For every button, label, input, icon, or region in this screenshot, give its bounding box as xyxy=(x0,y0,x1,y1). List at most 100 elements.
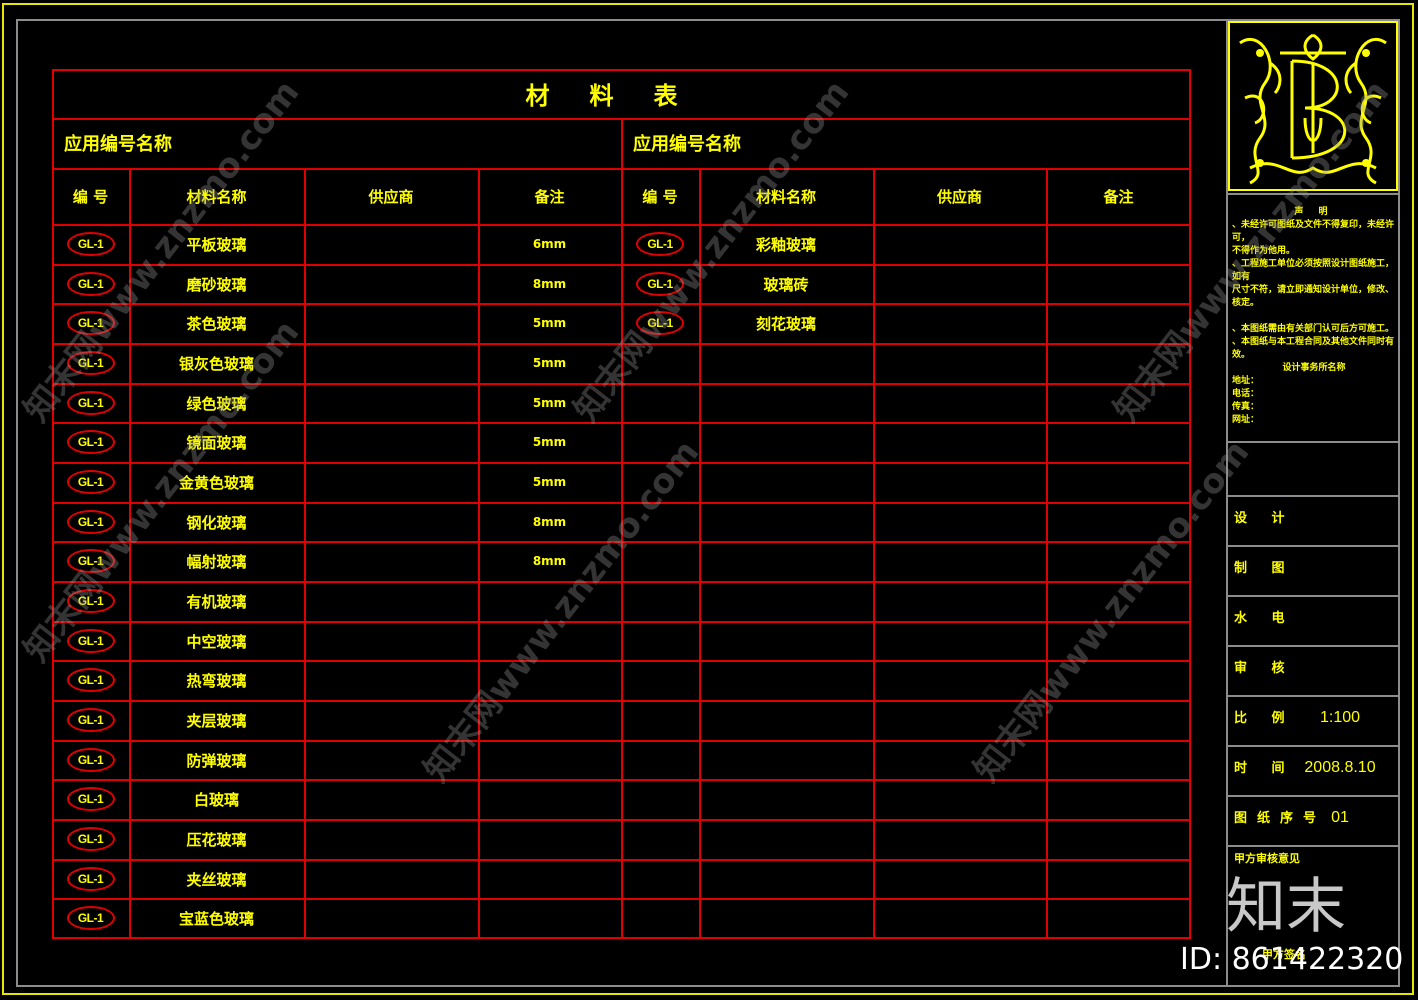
supplier-cell xyxy=(304,819,478,859)
statement-line: 地址： xyxy=(1232,376,1260,386)
title-block-divider xyxy=(1226,745,1400,747)
supplier-cell xyxy=(873,303,1046,343)
material-name: 磨砂玻璃 xyxy=(186,275,247,294)
supplier-cell xyxy=(304,343,478,383)
code-cell: GL-1 xyxy=(52,541,129,581)
code-cell: GL-1 xyxy=(52,819,129,859)
material-name: 茶色玻璃 xyxy=(186,314,247,333)
section-label-right: 应用编号名称 xyxy=(633,134,741,155)
material-name: 宝蓝色玻璃 xyxy=(178,909,254,928)
header-remark-left: 备注 xyxy=(534,187,565,206)
supplier-cell xyxy=(304,859,478,899)
remark-cell: 8mm xyxy=(532,515,567,529)
remark-cell xyxy=(478,819,621,859)
supplier-cell xyxy=(304,660,478,700)
material-name: 压花玻璃 xyxy=(186,830,247,849)
statement-title: 声 明 xyxy=(1294,207,1334,217)
statement-line: 、工程施工单位必须按照设计图纸施工，如有 xyxy=(1232,259,1395,282)
statement-line xyxy=(1232,310,1396,323)
statement-line: 、本图纸需由有关部门认可后方可施工。 xyxy=(1232,324,1395,334)
material-name: 幅射玻璃 xyxy=(186,552,247,571)
supplier-cell xyxy=(304,462,478,502)
material-code-tag: GL-1 xyxy=(636,272,684,296)
material-code-tag: GL-1 xyxy=(66,272,115,296)
supplier-cell xyxy=(873,224,1046,264)
field-value: 1:100 xyxy=(1319,709,1361,726)
remark-cell xyxy=(478,898,621,938)
material-name: 白玻璃 xyxy=(193,790,239,809)
supplier-cell xyxy=(304,779,478,819)
remark-cell xyxy=(1046,224,1191,264)
field-value: 2008.8.10 xyxy=(1304,759,1376,776)
ornamental-b-monogram-icon xyxy=(1239,33,1387,185)
material-code-tag: GL-1 xyxy=(636,311,684,335)
material-name: 绿色玻璃 xyxy=(186,394,247,413)
supplier-cell xyxy=(304,740,478,780)
header-remark-right: 备注 xyxy=(1103,187,1134,206)
material-code-tag: GL-1 xyxy=(66,232,115,256)
material-name: 金黄色玻璃 xyxy=(178,473,254,492)
code-cell: GL-1 xyxy=(52,700,129,740)
material-name: 防弹玻璃 xyxy=(186,751,247,770)
code-cell: GL-1 xyxy=(52,224,129,264)
code-cell: GL-1 xyxy=(52,581,129,621)
field-label: 制 图 xyxy=(1234,561,1295,576)
material-code-tag: GL-1 xyxy=(66,787,115,811)
section-label-left: 应用编号名称 xyxy=(64,134,172,155)
title-block-divider xyxy=(1226,645,1400,647)
supplier-cell xyxy=(304,224,478,264)
supplier-cell xyxy=(304,502,478,542)
code-cell: GL-1 xyxy=(52,502,129,542)
material-code-tag: GL-1 xyxy=(66,867,115,891)
material-code-tag: GL-1 xyxy=(66,510,115,534)
code-cell: GL-1 xyxy=(621,264,699,304)
remark-cell xyxy=(478,700,621,740)
supplier-cell xyxy=(304,898,478,938)
code-cell: GL-1 xyxy=(52,898,129,938)
material-name: 镜面玻璃 xyxy=(186,433,247,452)
material-name: 中空玻璃 xyxy=(186,632,247,651)
code-cell: GL-1 xyxy=(52,422,129,462)
statement-line: 电话： xyxy=(1232,389,1260,399)
header-name-left: 材料名称 xyxy=(186,187,247,206)
supplier-cell xyxy=(304,700,478,740)
code-cell: GL-1 xyxy=(52,343,129,383)
material-code-tag: GL-1 xyxy=(66,391,115,415)
header-supplier-left: 供应商 xyxy=(368,187,414,206)
material-name: 刻花玻璃 xyxy=(755,314,816,333)
title-block-divider xyxy=(1226,441,1400,443)
field-label: 设 计 xyxy=(1234,511,1295,526)
material-code-tag: GL-1 xyxy=(66,351,115,375)
remark-cell: 5mm xyxy=(532,475,567,489)
code-cell: GL-1 xyxy=(52,779,129,819)
remark-cell: 5mm xyxy=(532,356,567,370)
field-value: 01 xyxy=(1331,809,1349,826)
table-title: 材料表 xyxy=(525,82,718,110)
brand-watermark: 知末 xyxy=(1226,872,1346,942)
code-cell: GL-1 xyxy=(52,264,129,304)
statement-line: 传真： xyxy=(1232,402,1260,412)
field-label: 水 电 xyxy=(1234,611,1295,626)
title-block-divider xyxy=(1226,595,1400,597)
remark-cell xyxy=(478,581,621,621)
remark-cell: 5mm xyxy=(532,396,567,410)
material-code-tag: GL-1 xyxy=(66,906,115,930)
remark-cell xyxy=(478,859,621,899)
material-code-tag: GL-1 xyxy=(66,748,115,772)
material-code-tag: GL-1 xyxy=(66,589,115,613)
code-cell: GL-1 xyxy=(52,303,129,343)
statement-line: 、本图纸与本工程合同及其他文件同时有效。 xyxy=(1232,337,1395,360)
code-cell: GL-1 xyxy=(621,224,699,264)
title-block-divider xyxy=(1226,495,1400,497)
header-code-right: 编 号 xyxy=(642,187,678,206)
code-cell: GL-1 xyxy=(621,303,699,343)
supplier-cell xyxy=(304,264,478,304)
supplier-cell xyxy=(304,621,478,661)
remark-cell: 5mm xyxy=(532,316,567,330)
supplier-cell xyxy=(304,541,478,581)
material-code-tag: GL-1 xyxy=(66,668,115,692)
field-label: 比 例 xyxy=(1234,711,1295,726)
header-supplier-right: 供应商 xyxy=(936,187,982,206)
code-cell: GL-1 xyxy=(52,740,129,780)
material-code-tag: GL-1 xyxy=(66,311,115,335)
